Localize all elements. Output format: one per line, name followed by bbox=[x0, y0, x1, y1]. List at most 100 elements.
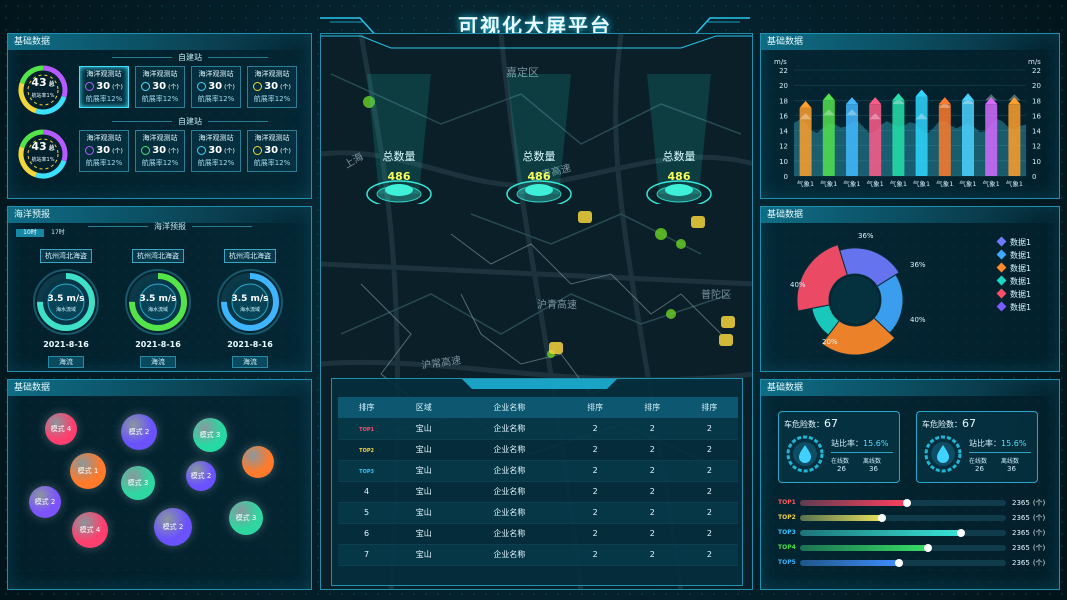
bar[interactable] bbox=[1008, 104, 1021, 176]
ranking-bar-row[interactable]: TOP5 2365 (个) bbox=[778, 557, 1058, 569]
mode-bubble[interactable]: 模式 2 bbox=[121, 414, 157, 450]
station-name: 海洋观测站 bbox=[198, 134, 234, 142]
ring-unit: 总 bbox=[48, 145, 55, 152]
forecast-gauge: 杭州湾北海盗 3.5 m/s 海水流域 2021-8-16 海流 bbox=[26, 243, 106, 368]
column-header[interactable]: 排序 bbox=[566, 397, 624, 418]
column-header[interactable]: 排序 bbox=[623, 397, 681, 418]
flow-selector[interactable]: 海流 bbox=[48, 356, 84, 368]
spot-beam bbox=[366, 74, 432, 204]
pie-label: 36% bbox=[910, 261, 926, 269]
station-card[interactable]: 海洋观测站 30 (个) 航展率12% bbox=[135, 66, 185, 108]
table-row[interactable]: TOP2 宝山 企业名称 2 2 2 bbox=[338, 439, 738, 461]
station-count: 30 (个) bbox=[248, 145, 296, 156]
bar[interactable] bbox=[938, 104, 951, 176]
bar[interactable] bbox=[962, 100, 974, 176]
flow-selector[interactable]: 海流 bbox=[140, 356, 176, 368]
rate-label: 站比率： bbox=[969, 439, 1001, 448]
total-ring bbox=[18, 65, 68, 115]
station-name: 海洋观测站 bbox=[142, 134, 178, 142]
legend-item[interactable]: 数据1 bbox=[996, 301, 1032, 313]
mode-bubble[interactable]: 模式 4 bbox=[45, 413, 77, 445]
mode-bubble[interactable] bbox=[242, 446, 274, 478]
mode-bubble[interactable]: 模式 2 bbox=[29, 486, 61, 518]
column-header[interactable]: 区域 bbox=[395, 397, 453, 418]
rank-value: TOP3 bbox=[359, 469, 374, 475]
table-row[interactable]: TOP3 宝山 企业名称 2 2 2 bbox=[338, 460, 738, 482]
station-card[interactable]: 海洋观测站 30 (个) 航展率12% bbox=[135, 130, 185, 172]
danger-card[interactable]: 车危险数：67 站比率：15.6% 在线数 离线数 26 36 bbox=[916, 411, 1038, 483]
tab-10[interactable]: 10时 bbox=[16, 229, 44, 237]
mode-bubble[interactable]: 模式 4 bbox=[72, 512, 108, 548]
bar[interactable] bbox=[985, 104, 998, 176]
table-row[interactable]: 7 宝山 企业名称 2 2 2 bbox=[338, 544, 738, 566]
station-icon bbox=[85, 82, 95, 91]
legend-item[interactable]: 数据1 bbox=[996, 236, 1031, 248]
bar-unit: (个) bbox=[1032, 529, 1046, 537]
count-spot[interactable]: 总数量 486 bbox=[637, 74, 721, 204]
mode-bubble[interactable]: 模式 1 bbox=[70, 453, 106, 489]
tab-17[interactable]: 17时 bbox=[44, 229, 72, 237]
station-card[interactable]: 海洋观测站 30 (个) 航展率12% bbox=[247, 66, 297, 108]
station-card[interactable]: 海洋观测站 30 (个) 航展率12% bbox=[191, 66, 241, 108]
flow-selector[interactable]: 海流 bbox=[232, 356, 268, 368]
ranking-bar-row[interactable]: TOP4 2365 (个) bbox=[778, 542, 1058, 554]
legend-item[interactable]: 数据1 bbox=[996, 249, 1031, 261]
b-cell: 2 bbox=[623, 439, 681, 461]
spot-label: 总数量 bbox=[662, 150, 696, 163]
table-body: TOP1 宝山 企业名称 2 2 2 TOP2 宝山 企业名称 2 2 2 TOP3 宝山 企业名称 2 2 2 4… bbox=[338, 418, 738, 566]
table-row[interactable]: 4 宝山 企业名称 2 2 2 bbox=[338, 481, 738, 503]
table-row[interactable]: 5 宝山 企业名称 2 2 2 bbox=[338, 502, 738, 524]
ranking-bar-row[interactable]: TOP2 2365 (个) bbox=[778, 512, 1058, 524]
c-cell: 2 bbox=[680, 481, 738, 503]
mode-bubble[interactable]: 模式 3 bbox=[229, 501, 263, 535]
mode-bubble[interactable]: 模式 3 bbox=[121, 466, 155, 500]
map-label: 普陀区 bbox=[701, 290, 731, 301]
table-row[interactable]: TOP1 宝山 企业名称 2 2 2 bbox=[338, 418, 738, 440]
y-tick-right: 10 bbox=[1032, 158, 1041, 166]
rate-line: 站比率：15.6% bbox=[831, 438, 888, 449]
mode-bubble[interactable]: 模式 3 bbox=[193, 418, 227, 452]
offline-count: 36 bbox=[1007, 465, 1016, 473]
bar-track bbox=[800, 559, 1006, 567]
column-header[interactable]: 排序 bbox=[680, 397, 738, 418]
bar[interactable] bbox=[915, 96, 928, 177]
region-cell: 宝山 bbox=[395, 439, 453, 461]
company-cell: 企业名称 bbox=[452, 418, 567, 440]
panel-heading: 基础数据 bbox=[761, 34, 1059, 50]
station-card[interactable]: 海洋观测站 30 (个) 航展率12% bbox=[247, 130, 297, 172]
y-tick-right: 12 bbox=[1032, 143, 1041, 151]
danger-card[interactable]: 车危险数：67 站比率：15.6% 在线数 离线数 26 36 bbox=[778, 411, 900, 483]
bar[interactable] bbox=[892, 100, 905, 176]
divider bbox=[831, 452, 893, 453]
ranking-bar-row[interactable]: TOP1 2365 (个) bbox=[778, 497, 1058, 509]
ranking-bar-row[interactable]: TOP3 2365 (个) bbox=[778, 527, 1058, 539]
title-text: 车危险数： bbox=[784, 420, 824, 429]
b-cell: 2 bbox=[623, 418, 681, 440]
legend-item[interactable]: 数据1 bbox=[996, 275, 1031, 287]
station-place[interactable]: 杭州湾北海盗 bbox=[224, 249, 276, 263]
legend-label: 数据1 bbox=[1010, 303, 1032, 312]
station-card[interactable]: 海洋观测站 30 (个) 航展率12% bbox=[191, 130, 241, 172]
table-row[interactable]: 6 宝山 企业名称 2 2 2 bbox=[338, 523, 738, 545]
count-spot[interactable]: 总数量 486 bbox=[497, 74, 581, 204]
bar-top bbox=[892, 93, 905, 101]
station-card[interactable]: 海洋观测站 30 (个) 航展率12% bbox=[79, 66, 129, 108]
legend-item[interactable]: 数据1 bbox=[996, 262, 1031, 274]
station-place[interactable]: 杭州湾北海盗 bbox=[132, 249, 184, 263]
spot-beam bbox=[646, 74, 712, 204]
station-card[interactable]: 海洋观测站 30 (个) 航展率12% bbox=[79, 130, 129, 172]
column-header[interactable]: 排序 bbox=[338, 397, 396, 418]
region-cell: 宝山 bbox=[395, 523, 453, 545]
station-count: 30 (个) bbox=[248, 81, 296, 92]
column-header[interactable]: 企业名称 bbox=[452, 397, 567, 418]
count-spot[interactable]: 总数量 486 bbox=[357, 74, 441, 204]
bar-value: 2365 (个) bbox=[1012, 498, 1045, 508]
station-place[interactable]: 杭州湾北海盗 bbox=[40, 249, 92, 263]
legend-item[interactable]: 数据1 bbox=[996, 288, 1031, 300]
count-value: 30 bbox=[208, 81, 223, 92]
mode-bubble[interactable]: 模式 2 bbox=[186, 461, 216, 491]
mode-bubble[interactable]: 模式 2 bbox=[154, 508, 192, 546]
donut-chart: 36% 36% 40% 20% 40% bbox=[790, 232, 926, 356]
spot-label: 总数量 bbox=[522, 150, 556, 163]
region-cell: 宝山 bbox=[395, 502, 453, 524]
